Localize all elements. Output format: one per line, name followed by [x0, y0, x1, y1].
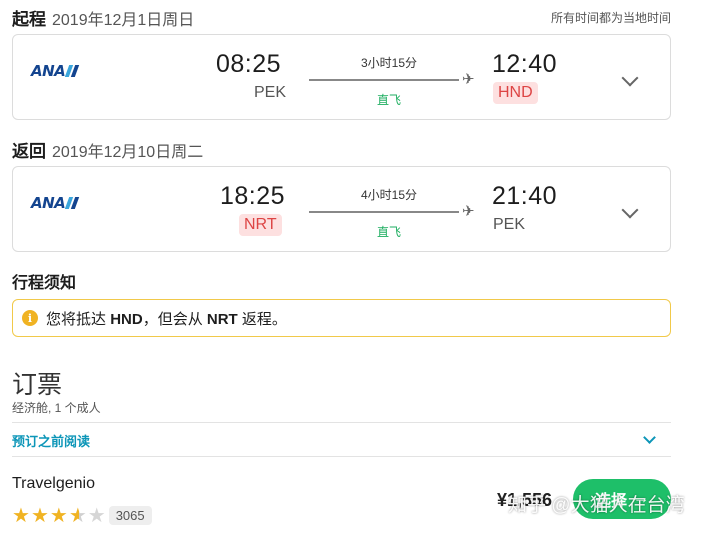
ana-logo-stripes — [65, 197, 80, 209]
booking-title: 订票 — [12, 371, 63, 399]
notice-code-return: NRT — [206, 310, 238, 328]
ana-logo-stripes — [65, 65, 80, 77]
outbound-stops: 直飞 — [376, 93, 401, 107]
outbound-depart-code: PEK — [254, 84, 287, 101]
read-before-booking-link[interactable]: 预订之前阅读 — [12, 431, 90, 450]
return-depart-code: NRT — [239, 214, 282, 236]
outbound-route-line — [309, 79, 459, 81]
chevron-down-icon[interactable] — [643, 431, 656, 444]
outbound-label: 起程 — [12, 10, 46, 29]
plane-icon: ✈ — [462, 71, 475, 88]
ana-logo: ANA — [31, 194, 80, 212]
outbound-duration: 3小时15分 — [360, 56, 418, 70]
half-star-icon: ★ — [68, 503, 87, 527]
return-flight-card[interactable]: ANA 18:25 NRT 4小时15分 ✈ 直飞 21:40 PEK — [12, 166, 671, 252]
outbound-header: 起程 2019年12月1日周日 — [12, 5, 194, 30]
agency-name: Travelgenio — [12, 475, 96, 492]
return-stops: 直飞 — [376, 225, 401, 239]
timezone-note: 所有时间都为当地时间 — [550, 11, 671, 25]
outbound-depart-time: 08:25 — [216, 50, 282, 78]
return-route-line — [309, 211, 459, 213]
watermark: 知乎 @大猫人在台湾 — [508, 495, 685, 516]
chevron-down-icon[interactable] — [621, 201, 639, 219]
divider — [12, 422, 671, 423]
return-header: 返回 2019年12月10日周二 — [12, 137, 203, 162]
notice-title: 行程须知 — [12, 275, 77, 292]
notice-code-arrive: HND — [110, 310, 143, 328]
info-icon: i — [22, 310, 38, 326]
notice-text: 您将抵达 HND，但会从 NRT 返程。 — [46, 310, 287, 328]
return-depart-time: 18:25 — [220, 182, 286, 210]
outbound-date: 2019年12月1日周日 — [52, 12, 195, 29]
agency-rating: ★ ★ ★ ★ ★ 3065 — [12, 505, 152, 525]
return-arrive-code: PEK — [493, 216, 526, 233]
empty-star-icon: ★ — [87, 503, 106, 527]
divider — [12, 456, 671, 457]
outbound-flight-card[interactable]: ANA 08:25 PEK 3小时15分 ✈ 直飞 12:40 HND — [12, 34, 671, 120]
booking-subtitle: 经济舱, 1 个成人 — [12, 401, 101, 415]
trip-notice-box: i 您将抵达 HND，但会从 NRT 返程。 — [12, 299, 671, 337]
star-icon: ★ — [30, 503, 49, 527]
return-duration: 4小时15分 — [360, 188, 418, 202]
ana-logo: ANA — [31, 62, 80, 80]
return-arrive-time: 21:40 — [492, 182, 558, 210]
plane-icon: ✈ — [462, 203, 475, 220]
star-icon: ★ — [49, 503, 68, 527]
outbound-arrive-time: 12:40 — [492, 50, 558, 78]
review-count-badge: 3065 — [108, 505, 152, 525]
outbound-arrive-code: HND — [493, 82, 538, 104]
return-date: 2019年12月10日周二 — [52, 144, 204, 161]
chevron-down-icon[interactable] — [621, 69, 639, 87]
return-label: 返回 — [12, 142, 46, 161]
star-icon: ★ — [12, 503, 30, 527]
